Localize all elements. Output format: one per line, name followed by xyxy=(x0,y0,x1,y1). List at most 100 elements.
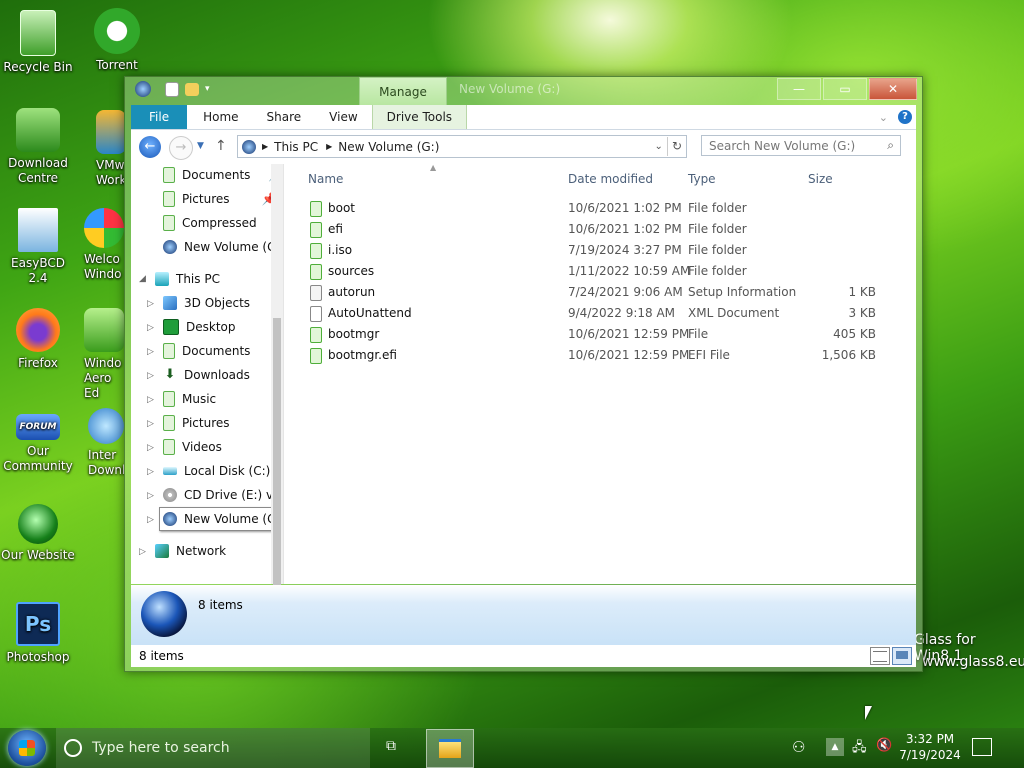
expand-chevron-icon[interactable]: ▷ xyxy=(147,491,154,501)
nav-item-music[interactable]: Music xyxy=(163,388,216,410)
nav-item-cd-drive-e[interactable]: CD Drive (E:) virt xyxy=(163,484,286,506)
nav-item-label: Pictures xyxy=(182,416,230,430)
contextual-tab-manage[interactable]: Manage xyxy=(359,77,447,106)
desktop-icon-our-website[interactable]: Our Website xyxy=(0,504,76,563)
nav-item-downloads[interactable]: ⬇ Downloads xyxy=(163,364,250,386)
expand-chevron-icon[interactable]: ▷ xyxy=(147,323,154,333)
details-view-button[interactable] xyxy=(870,647,890,665)
show-hidden-icons-button[interactable]: ▲ xyxy=(826,738,844,756)
nav-item-new-volume-g[interactable]: New Volume (G:) xyxy=(159,507,287,531)
desktop-icon-label: Our Community xyxy=(3,444,73,473)
tab-view[interactable]: View xyxy=(315,105,371,129)
nav-item-network[interactable]: Network xyxy=(155,540,226,562)
file-row[interactable]: sources 1/11/2022 10:59 AM File folder xyxy=(284,261,916,282)
explorer-window: ▾ Manage New Volume (G:) — ▭ ✕ File Home… xyxy=(124,76,923,672)
desktop-icon-vmware[interactable]: VMw Workst xyxy=(70,110,124,188)
people-icon[interactable]: ⚇ xyxy=(792,738,805,756)
nav-item-desktop[interactable]: Desktop xyxy=(163,316,236,338)
folder-icon xyxy=(310,201,322,217)
desktop-icon-internet-download[interactable]: Inter Downl xyxy=(70,408,124,478)
breadcrumb-this-pc[interactable]: This PC xyxy=(274,140,318,154)
desktop-icon-download-centre[interactable]: Download Centre xyxy=(0,108,76,186)
welcome-icon xyxy=(84,208,124,248)
desktop-icon-photoshop[interactable]: Ps Photoshop xyxy=(0,602,76,665)
help-icon[interactable]: ? xyxy=(898,110,912,124)
back-button[interactable]: ← xyxy=(139,136,161,158)
customize-qat-chevron-icon[interactable]: ▾ xyxy=(205,84,210,94)
address-dropdown-chevron-icon[interactable]: ⌄ xyxy=(655,141,663,152)
expand-chevron-icon[interactable]: ▷ xyxy=(147,347,154,357)
column-header-size[interactable]: Size xyxy=(808,172,833,186)
forward-button[interactable]: → xyxy=(169,136,193,160)
expand-ribbon-chevron-icon[interactable]: ⌄ xyxy=(879,111,888,124)
new-folder-icon[interactable] xyxy=(185,82,199,96)
nav-item-label: Compressed xyxy=(182,216,257,230)
expand-chevron-icon[interactable]: ▷ xyxy=(139,547,146,557)
network-tray-icon[interactable]: 🖧 xyxy=(852,738,867,760)
large-icons-view-button[interactable] xyxy=(892,647,912,665)
expand-chevron-icon[interactable]: ▷ xyxy=(147,299,154,309)
file-type: File xyxy=(688,327,709,341)
recent-locations-chevron-icon[interactable]: ▼ xyxy=(197,141,204,151)
tab-file[interactable]: File xyxy=(131,105,188,129)
file-row[interactable]: boot 10/6/2021 1:02 PM File folder xyxy=(284,198,916,219)
maximize-button[interactable]: ▭ xyxy=(823,78,867,100)
desktop-icon-aero[interactable]: Windo Aero Ed xyxy=(70,308,124,401)
file-size: 1,506 KB xyxy=(821,348,876,362)
file-row[interactable]: i.iso 7/19/2024 3:27 PM File folder xyxy=(284,240,916,261)
minimize-button[interactable]: — xyxy=(777,78,821,100)
tab-drive-tools[interactable]: Drive Tools xyxy=(371,105,468,129)
properties-icon[interactable] xyxy=(165,81,179,97)
breadcrumb-new-volume[interactable]: New Volume (G:) xyxy=(338,140,439,154)
address-bar[interactable]: ▶ This PC ▶ New Volume (G:) ⌄ ↻ xyxy=(237,135,687,158)
clock[interactable]: 3:32 PM 7/19/2024 xyxy=(898,731,962,763)
action-center-button[interactable] xyxy=(972,738,992,756)
column-header-date[interactable]: Date modified xyxy=(568,172,653,186)
file-row[interactable]: bootmgr 10/6/2021 12:59 PM File 405 KB xyxy=(284,324,916,345)
nav-item-this-pc[interactable]: This PC xyxy=(155,268,220,290)
expand-chevron-icon[interactable]: ▷ xyxy=(147,467,154,477)
task-view-button[interactable]: ⧉ xyxy=(386,738,406,756)
nav-item-documents-pinned[interactable]: Documents 📌 xyxy=(163,164,283,186)
desktop-icon-firefox[interactable]: Firefox xyxy=(0,308,76,371)
desktop-icon-easybcd[interactable]: EasyBCD 2.4 xyxy=(0,208,76,286)
file-row[interactable]: AutoUnattend 9/4/2022 9:18 AM XML Docume… xyxy=(284,303,916,324)
close-button[interactable]: ✕ xyxy=(869,78,917,100)
volume-muted-icon[interactable]: 🔇 xyxy=(876,738,892,753)
cd-drive-icon xyxy=(163,488,177,502)
expand-chevron-icon[interactable]: ▷ xyxy=(147,515,154,525)
nav-item-compressed[interactable]: Compressed xyxy=(163,212,257,234)
up-arrow-icon[interactable]: ↑ xyxy=(215,138,227,154)
column-header-name[interactable]: Name xyxy=(308,172,343,186)
expand-chevron-icon[interactable]: ▷ xyxy=(147,371,154,381)
column-header-type[interactable]: Type xyxy=(688,172,716,186)
expand-chevron-icon[interactable]: ◢ xyxy=(139,274,146,284)
tab-share[interactable]: Share xyxy=(253,105,316,129)
nav-item-local-disk-c[interactable]: Local Disk (C:) xyxy=(163,460,270,482)
file-type: EFI File xyxy=(688,348,730,362)
desktop-icon-welcome[interactable]: Welco Windo xyxy=(70,208,124,282)
refresh-button[interactable]: ↻ xyxy=(666,137,686,156)
desktop-icon-our-community[interactable]: FORUM Our Community xyxy=(0,414,76,474)
file-row[interactable]: efi 10/6/2021 1:02 PM File folder xyxy=(284,219,916,240)
nav-item-pictures[interactable]: Pictures xyxy=(163,412,230,434)
start-button[interactable] xyxy=(8,730,46,766)
taskbar-search-box[interactable]: Type here to search xyxy=(56,728,370,768)
tab-home[interactable]: Home xyxy=(187,105,252,129)
title-bar[interactable]: ▾ Manage New Volume (G:) — ▭ ✕ xyxy=(125,77,922,106)
expand-chevron-icon[interactable]: ▷ xyxy=(147,395,154,405)
expand-chevron-icon[interactable]: ▷ xyxy=(147,419,154,429)
nav-item-documents[interactable]: Documents xyxy=(163,340,250,362)
nav-item-pictures-pinned[interactable]: Pictures 📌 xyxy=(163,188,276,210)
nav-item-3d-objects[interactable]: 3D Objects xyxy=(163,292,250,314)
taskbar-file-explorer-button[interactable] xyxy=(426,729,474,768)
search-input[interactable]: Search New Volume (G:) ⌕ xyxy=(701,135,901,156)
file-row[interactable]: autorun 7/24/2021 9:06 AM Setup Informat… xyxy=(284,282,916,303)
expand-chevron-icon[interactable]: ▷ xyxy=(147,443,154,453)
nav-pane-scrollbar[interactable] xyxy=(271,164,283,648)
desktop-icon-recycle-bin[interactable]: Recycle Bin xyxy=(0,10,76,75)
file-row[interactable]: bootmgr.efi 10/6/2021 12:59 PM EFI File … xyxy=(284,345,916,366)
nav-item-videos[interactable]: Videos xyxy=(163,436,222,458)
desktop-icon-torrent[interactable]: Torrent xyxy=(79,8,155,73)
nav-item-new-volume-quick[interactable]: New Volume (G: xyxy=(163,236,280,258)
